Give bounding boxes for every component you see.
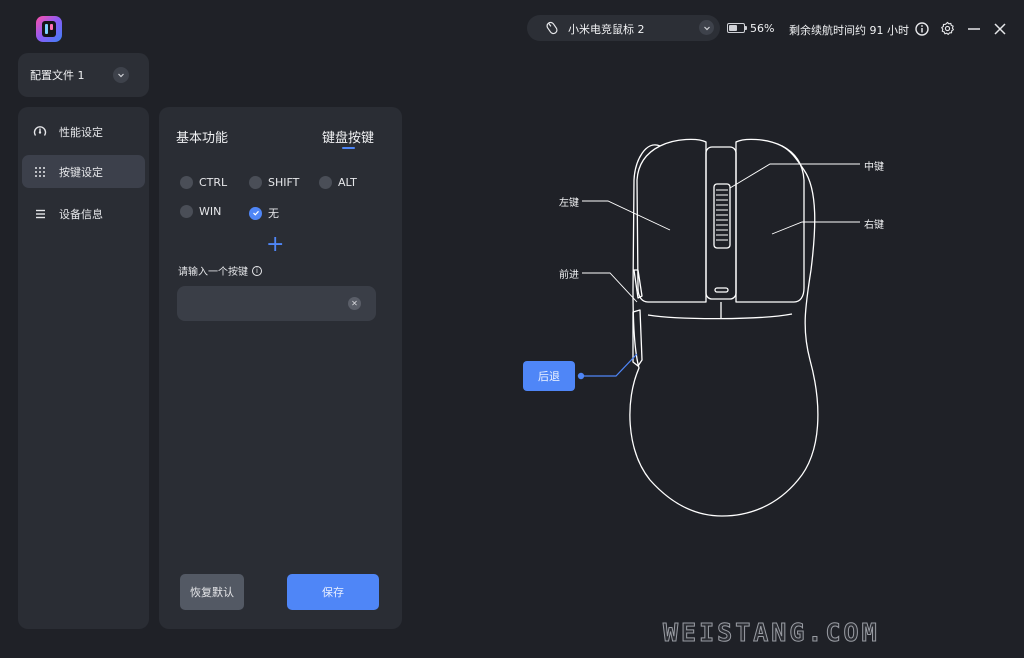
- mouse-outline-icon: [577, 138, 860, 517]
- modifier-label: 无: [268, 207, 279, 220]
- sidebar-item-keys[interactable]: 按键设定: [22, 155, 145, 188]
- close-icon[interactable]: [992, 21, 1007, 36]
- chevron-down-icon: [699, 20, 714, 35]
- restore-default-button[interactable]: 恢复默认: [180, 574, 244, 610]
- info-icon[interactable]: i: [252, 265, 262, 276]
- tab-basic-functions[interactable]: 基本功能: [176, 127, 228, 146]
- sidebar-item-label: 设备信息: [59, 207, 103, 221]
- modifier-shift[interactable]: SHIFT: [249, 176, 299, 189]
- radio-icon: [249, 176, 262, 189]
- sidebar-item-label: 按键设定: [59, 165, 103, 179]
- modifier-label: WIN: [199, 205, 222, 218]
- modifier-none[interactable]: 无: [249, 205, 279, 221]
- remaining-time: 剩余续航时间约 91 小时: [789, 24, 909, 37]
- radio-icon: [319, 176, 332, 189]
- info-icon[interactable]: [914, 21, 929, 36]
- add-key-button[interactable]: +: [266, 234, 284, 256]
- watermark: WEISTANG.COM: [663, 618, 880, 648]
- label-middle-button: 中键: [864, 162, 884, 173]
- modifier-ctrl[interactable]: CTRL: [180, 176, 227, 189]
- keypad-icon: [32, 164, 48, 180]
- label-right-button: 右键: [864, 220, 884, 231]
- sidebar: 性能设定 按键设定 设备信息: [18, 107, 149, 629]
- dial-icon: [32, 124, 48, 140]
- key-input-label-text: 请输入一个按键: [178, 267, 248, 278]
- clear-icon[interactable]: ✕: [348, 297, 361, 310]
- active-tab-indicator: [342, 147, 355, 149]
- save-button[interactable]: 保存: [287, 574, 379, 610]
- minimize-icon[interactable]: [966, 21, 981, 36]
- key-input[interactable]: [177, 286, 376, 321]
- mouse-device-icon: [544, 20, 560, 36]
- modifier-win[interactable]: WIN: [180, 205, 221, 218]
- device-name: 小米电竞鼠标 2: [568, 23, 645, 36]
- sidebar-item-device-info[interactable]: 设备信息: [22, 197, 145, 230]
- tab-keyboard-keys[interactable]: 键盘按键: [322, 127, 374, 146]
- sidebar-item-performance[interactable]: 性能设定: [22, 115, 145, 148]
- modifier-label: ALT: [338, 176, 357, 189]
- app-logo-icon: [36, 16, 62, 42]
- chevron-down-icon: [113, 67, 129, 83]
- battery-percent: 56%: [750, 22, 775, 35]
- check-icon: [249, 206, 262, 220]
- profile-selector[interactable]: 配置文件 1: [18, 53, 149, 97]
- radio-icon: [180, 205, 193, 218]
- sidebar-item-label: 性能设定: [59, 125, 103, 139]
- radio-icon: [180, 176, 193, 189]
- label-forward-button: 前进: [559, 270, 579, 281]
- key-settings-panel: 基本功能 键盘按键 CTRL SHIFT ALT WIN 无 + 请输入一个按键…: [159, 107, 402, 629]
- label-left-button: 左键: [559, 198, 579, 209]
- modifier-label: SHIFT: [268, 176, 300, 189]
- back-button-hotspot[interactable]: 后退: [523, 361, 575, 391]
- modifier-label: CTRL: [199, 176, 228, 189]
- profile-label: 配置文件 1: [30, 69, 85, 82]
- list-icon: [32, 206, 48, 222]
- battery-icon: [727, 23, 747, 33]
- gear-icon[interactable]: [940, 21, 955, 36]
- mouse-diagram: 左键 中键 右键 前进 后退: [520, 120, 900, 530]
- key-input-label: 请输入一个按键 i: [178, 263, 262, 278]
- modifier-alt[interactable]: ALT: [319, 176, 357, 189]
- device-selector[interactable]: 小米电竞鼠标 2: [527, 15, 720, 41]
